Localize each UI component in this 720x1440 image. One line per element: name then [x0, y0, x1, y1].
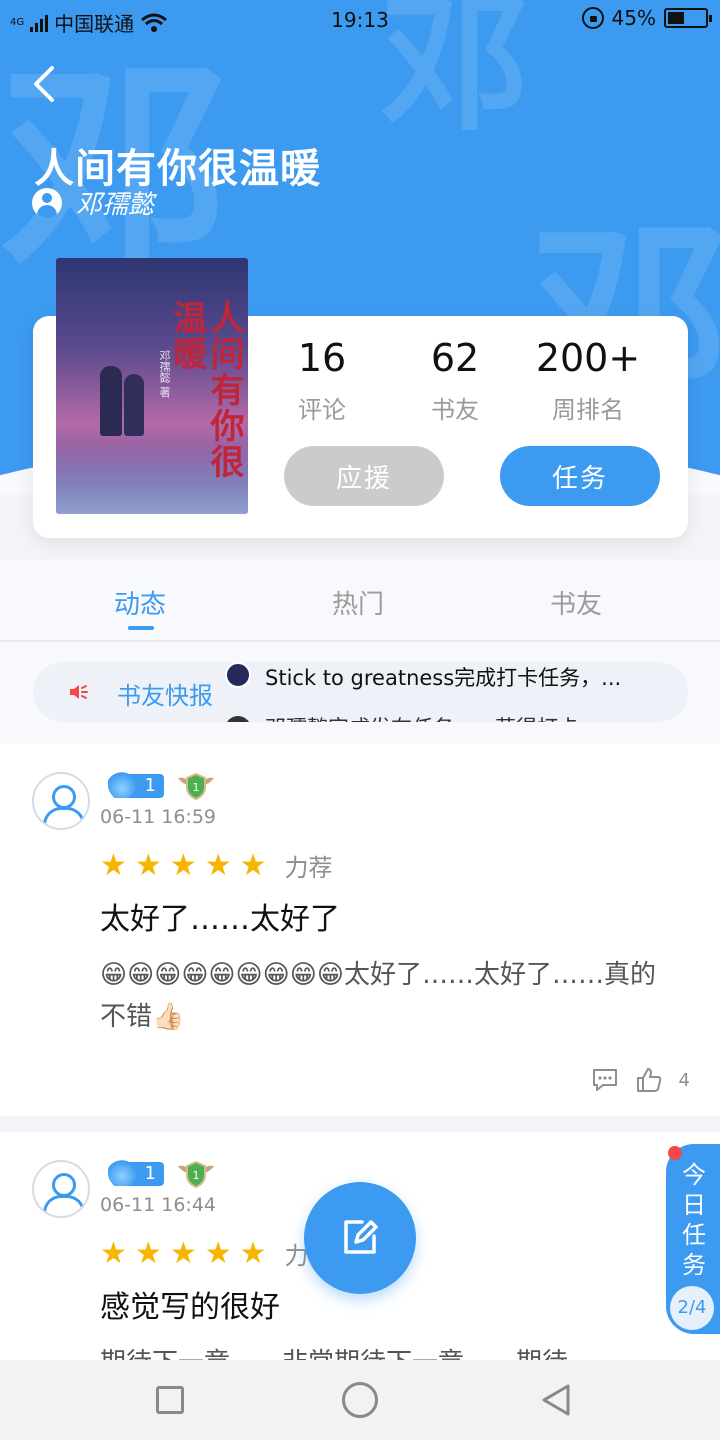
cover-figure — [124, 374, 144, 436]
system-back-button[interactable] — [538, 1382, 574, 1418]
book-cover[interactable]: 邓孺懿 著 人间有你很温暖 — [56, 258, 248, 514]
stat-value: 62 — [430, 336, 480, 380]
stat-value: 200+ — [535, 336, 641, 380]
daily-task-label: 今日任务 — [682, 1161, 706, 1279]
status-bar: 4G 中国联通 19:13 45% — [0, 0, 720, 40]
news-section: 书友快报 Stick to greatness完成打卡任务，... 邓孺懿完成发… — [0, 642, 720, 744]
tab-indicator — [128, 626, 154, 630]
rotation-lock-icon — [581, 7, 604, 29]
stat-readers[interactable]: 62 书友 — [385, 336, 525, 425]
post-body: 😁😁😁😁😁😁😁😁😁太好了……太好了……真的不错👍🏻 — [100, 960, 656, 1032]
star-icon: ★ — [100, 847, 127, 883]
tab-popular[interactable]: 热门 — [288, 584, 428, 621]
battery-percent: 45% — [611, 6, 656, 30]
star-icon: ★ — [134, 1235, 162, 1271]
post-actions: 4 — [591, 1066, 690, 1094]
author-avatar-icon — [32, 187, 62, 218]
rating-stars: ★ ★ ★ ★ ★ 力荐 — [100, 1236, 333, 1271]
stat-weekly-rank[interactable]: 200+ 周排名 — [518, 336, 658, 425]
stat-comments[interactable]: 16 评论 — [252, 336, 392, 425]
medal-icon: 1 — [178, 772, 214, 800]
daily-task-progress: 2/4 — [670, 1286, 714, 1330]
post-time: 06-11 16:44 — [100, 1194, 217, 1216]
news-user-avatar — [225, 662, 251, 688]
star-icon: ★ — [134, 847, 162, 883]
reader-news-bar[interactable]: 书友快报 Stick to greatness完成打卡任务，... 邓孺懿完成发… — [33, 662, 688, 722]
status-right: 45% — [581, 6, 712, 30]
rating-label: 力荐 — [284, 854, 333, 882]
back-arrow-icon[interactable] — [26, 64, 66, 104]
tab-activity[interactable]: 动态 — [70, 584, 210, 621]
stat-label: 周排名 — [552, 396, 624, 424]
home-button[interactable] — [342, 1382, 378, 1418]
stat-label: 评论 — [298, 396, 346, 424]
recent-apps-button[interactable] — [156, 1386, 184, 1414]
post-title: 太好了……太好了 — [100, 902, 340, 937]
system-nav-bar — [0, 1360, 720, 1440]
stat-label: 书友 — [431, 396, 479, 424]
battery-icon — [664, 8, 712, 28]
cover-title: 人间有你很温暖 — [166, 300, 244, 480]
user-avatar-icon[interactable] — [32, 772, 90, 830]
post-title: 感觉写的很好 — [100, 1290, 280, 1325]
cheer-button[interactable]: 应援 — [284, 446, 444, 506]
star-icon: ★ — [169, 847, 197, 883]
medal-icon: 1 — [178, 1160, 214, 1188]
tab-readers[interactable]: 书友 — [506, 584, 646, 621]
rating-stars: ★ ★ ★ ★ ★ 力荐 — [100, 848, 333, 883]
svg-text:1: 1 — [193, 781, 200, 794]
news-user-avatar — [225, 716, 251, 722]
flame-icon — [108, 1154, 136, 1186]
edit-icon — [344, 1220, 378, 1254]
tab-bar: 动态 热门 书友 — [0, 560, 720, 642]
news-item: Stick to greatness完成打卡任务，... — [265, 666, 622, 690]
star-icon: ★ — [204, 1235, 232, 1271]
star-icon: ★ — [169, 1235, 197, 1271]
write-post-button[interactable] — [304, 1182, 416, 1294]
star-icon: ★ — [239, 1235, 267, 1271]
star-icon: ★ — [100, 1235, 127, 1271]
post-card[interactable]: 1 1 06-11 16:59 ★ ★ ★ ★ ★ 力荐 太好了……太好了 😁😁… — [0, 744, 720, 1116]
cover-figure — [100, 366, 122, 436]
comment-icon[interactable] — [591, 1066, 619, 1094]
task-button[interactable]: 任务 — [500, 446, 660, 506]
svg-text:1: 1 — [193, 1169, 200, 1182]
post-body: 期待下一章……非常期待下一章……期待 — [100, 1342, 660, 1362]
news-label: 书友快报 — [117, 682, 213, 710]
notification-dot — [668, 1146, 682, 1160]
post-time: 06-11 16:59 — [100, 806, 217, 828]
thumbs-up-icon[interactable] — [635, 1066, 663, 1094]
star-icon: ★ — [204, 847, 232, 883]
flame-icon — [108, 766, 136, 798]
speaker-icon — [70, 685, 88, 699]
author-row[interactable]: 邓孺懿 — [32, 184, 154, 221]
author-name: 邓孺懿 — [76, 190, 155, 220]
user-avatar-icon[interactable] — [32, 1160, 90, 1218]
star-icon: ★ — [239, 847, 267, 883]
like-count: 4 — [678, 1069, 690, 1091]
stat-value: 16 — [297, 336, 347, 380]
news-item: 邓孺懿完成发布任务，...获得打卡 — [265, 712, 579, 722]
